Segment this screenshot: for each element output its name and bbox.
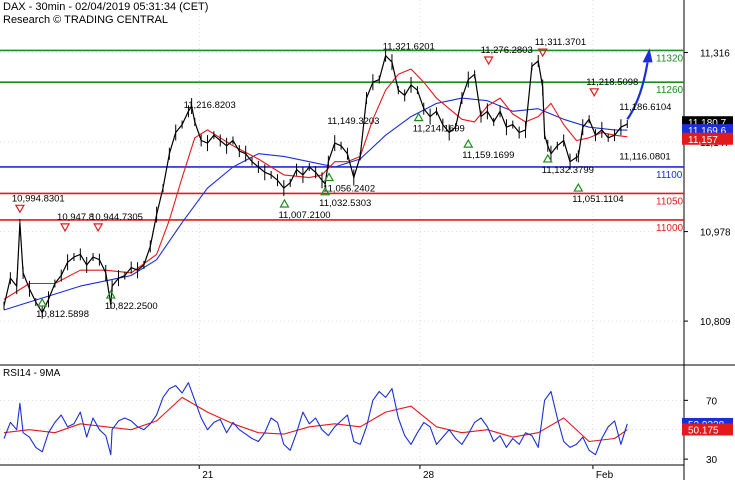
up-marker bbox=[463, 138, 474, 148]
rsi-tag-label: 50.175 bbox=[688, 425, 719, 436]
up-marker bbox=[279, 198, 290, 208]
rsi-tick-label: 70 bbox=[706, 396, 718, 407]
level-label-11050: 11050 bbox=[656, 196, 684, 207]
annotation-label: 10,812.5898 bbox=[36, 309, 89, 320]
annotation-label: 11,032.5303 bbox=[319, 198, 371, 209]
annotation-label: 11,149.3203 bbox=[327, 116, 379, 127]
chart-canvas: 11,31611,14710,97810,8097050302128Feb113… bbox=[0, 0, 735, 480]
level-label-11260: 11260 bbox=[656, 85, 684, 96]
annotation-label: 11,132.3799 bbox=[542, 165, 594, 176]
rsi-tick-label: 30 bbox=[706, 455, 718, 466]
down-marker bbox=[589, 88, 600, 98]
annotation-label: 10,947.8 bbox=[57, 212, 94, 223]
annotation-label: 11,116.0801 bbox=[619, 151, 670, 162]
annotation-label: 11,214.1699 bbox=[413, 124, 465, 135]
down-marker bbox=[483, 56, 494, 66]
annotation-label: 10,822.2500 bbox=[105, 301, 158, 312]
annotation-label: 11,321.6201 bbox=[383, 42, 435, 53]
annotation-label: 11,218.5098 bbox=[586, 77, 638, 88]
down-marker bbox=[93, 223, 104, 233]
rsi-title: RSI14 - 9MA bbox=[3, 368, 61, 379]
annotation-label: 11,159.1699 bbox=[462, 150, 514, 161]
x-tick-label: 21 bbox=[202, 470, 214, 480]
y-tick-label: 11,316 bbox=[700, 49, 730, 60]
series-ma_slow bbox=[3, 97, 628, 311]
annotation-label: 11,007.2100 bbox=[278, 210, 330, 221]
level-label-11100: 11100 bbox=[656, 170, 683, 181]
level-label-11320: 11320 bbox=[656, 53, 684, 64]
down-marker bbox=[60, 223, 71, 233]
annotation-label: 11,216.8203 bbox=[184, 100, 236, 111]
annotation-label: 11,276.2803 bbox=[481, 45, 533, 56]
x-tick-label: 28 bbox=[423, 470, 435, 480]
annotation-label: 11,186.6104 bbox=[619, 102, 671, 113]
rsi-series-rsi bbox=[3, 382, 628, 456]
annotation-label: 11,056.2402 bbox=[323, 183, 375, 194]
annotation-label: 11,051.1104 bbox=[572, 194, 623, 205]
y-tick-label: 10,809 bbox=[700, 317, 731, 328]
series-ma_fast bbox=[3, 68, 628, 300]
level-label-11000: 11000 bbox=[656, 223, 684, 234]
annotation-label: 10,944.7305 bbox=[90, 212, 143, 223]
rsi-series-rsi_ma bbox=[3, 396, 628, 443]
annotation-label: 10,994.8301 bbox=[12, 193, 65, 204]
series-price bbox=[3, 55, 628, 314]
x-tick-label: Feb bbox=[596, 470, 614, 480]
annotation-label: 11,311.3701 bbox=[535, 37, 586, 48]
up-marker bbox=[573, 182, 584, 192]
rsi-panel: RSI14 - 9MA53.932850.175 bbox=[3, 368, 733, 456]
price-tag-label: 11,157 bbox=[688, 135, 718, 146]
up-marker bbox=[37, 297, 48, 307]
down-marker bbox=[14, 204, 25, 214]
y-tick-label: 10,978 bbox=[700, 228, 731, 239]
